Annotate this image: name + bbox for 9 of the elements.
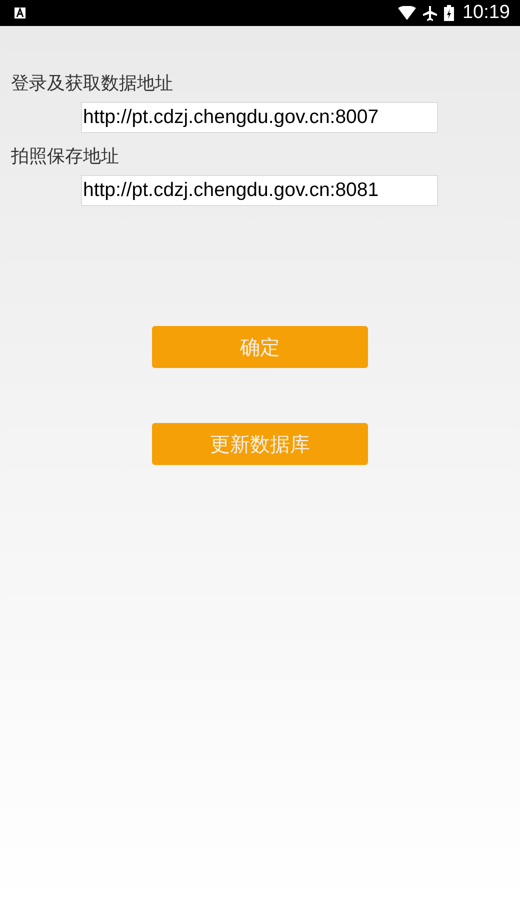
wifi-icon (398, 6, 416, 20)
field-label: 拍照保存地址 (11, 145, 120, 169)
clock-time: 10:19 (462, 2, 510, 24)
notification-icon (14, 7, 26, 19)
battery-icon (444, 5, 454, 21)
field-label: 登录及获取数据地址 (11, 72, 174, 96)
address-field[interactable]: http://pt.cdzj.chengdu.gov.cn:8081 (81, 175, 438, 206)
airplane-icon (422, 5, 438, 21)
address-field[interactable]: http://pt.cdzj.chengdu.gov.cn:8007 (81, 102, 438, 133)
